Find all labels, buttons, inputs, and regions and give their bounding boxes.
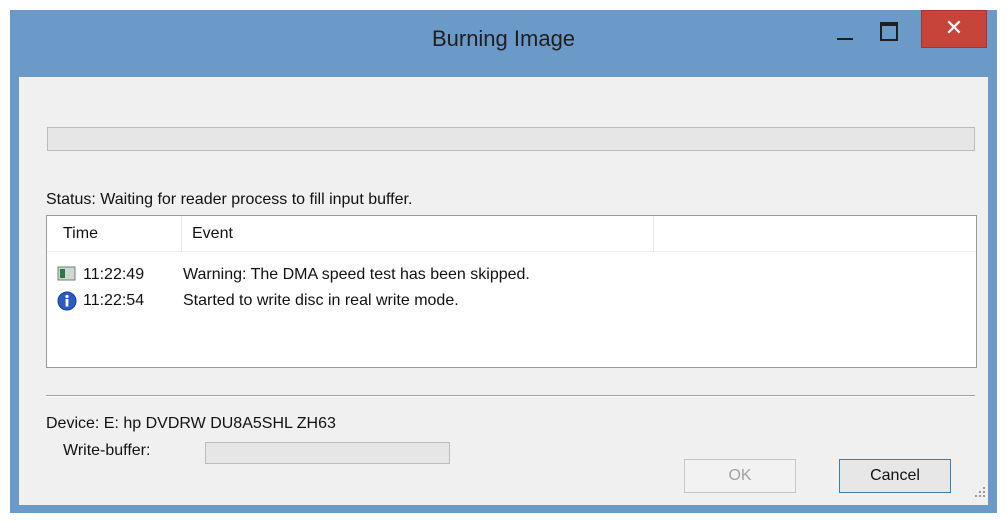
log-header: Time Event [47, 216, 976, 252]
dialog-body: Status: Waiting for reader process to fi… [19, 77, 988, 505]
column-separator[interactable] [653, 216, 654, 252]
warning-flag-icon [57, 265, 77, 288]
burning-image-window: Burning Image ✕ Status: Waiting for read… [10, 10, 997, 513]
burn-progress-bar [47, 127, 975, 151]
titlebar[interactable]: Burning Image ✕ [10, 10, 997, 76]
cancel-button[interactable]: Cancel [839, 459, 951, 493]
close-icon[interactable]: ✕ [921, 10, 987, 48]
log-event: Warning: The DMA speed test has been ski… [183, 266, 530, 283]
log-event: Started to write disc in real write mode… [183, 292, 459, 309]
log-time: 11:22:49 [83, 266, 145, 283]
log-row[interactable]: 11:22:54 Started to write disc in real w… [47, 288, 976, 314]
maximize-icon[interactable] [872, 16, 906, 50]
info-icon [57, 291, 77, 316]
column-header-time[interactable]: Time [63, 225, 98, 243]
ok-button[interactable]: OK [684, 459, 796, 493]
column-header-event[interactable]: Event [192, 225, 233, 243]
log-time: 11:22:54 [83, 292, 145, 309]
status-text: Status: Waiting for reader process to fi… [46, 191, 413, 208]
device-label: Device: E: hp DVDRW DU8A5SHL ZH63 [46, 415, 336, 432]
resize-grip-icon[interactable] [974, 485, 986, 503]
event-log-list[interactable]: Time Event 11:22:49 Warning: The DMA spe… [46, 215, 977, 368]
minimize-icon[interactable] [828, 16, 862, 50]
column-separator[interactable] [181, 216, 182, 252]
write-buffer-label: Write-buffer: [63, 442, 151, 459]
section-divider [46, 395, 975, 397]
log-row[interactable]: 11:22:49 Warning: The DMA speed test has… [47, 262, 976, 288]
write-buffer-bar [205, 442, 450, 464]
